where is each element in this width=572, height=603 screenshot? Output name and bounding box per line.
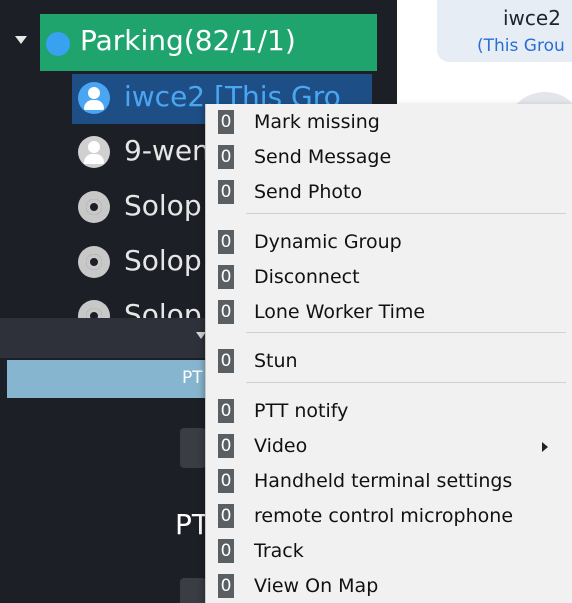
menu-item-label: Disconnect (254, 266, 360, 288)
person-icon (78, 136, 110, 168)
menu-item-label: Stun (254, 350, 298, 372)
menu-item-track[interactable]: 0 Track (206, 535, 572, 569)
count-badge: 0 (218, 574, 234, 598)
menu-item-label: Video (254, 435, 308, 457)
menu-item-send-message[interactable]: 0 Send Message (206, 141, 572, 175)
radio-icon (78, 300, 110, 318)
ptt-label: PT (175, 508, 209, 541)
collapse-arrow-icon[interactable] (15, 36, 27, 44)
radio-icon (78, 191, 110, 223)
member-name: Solop (124, 298, 202, 318)
menu-separator (246, 213, 566, 214)
count-badge: 0 (218, 539, 234, 563)
context-menu: 0 Mark missing 0 Send Message 0 Send Pho… (205, 104, 572, 603)
menu-item-send-photo[interactable]: 0 Send Photo (206, 176, 572, 210)
count-badge: 0 (218, 180, 234, 204)
count-badge: 0 (218, 399, 234, 423)
menu-item-label: Handheld terminal settings (254, 470, 513, 492)
menu-item-ptt-notify[interactable]: 0 PTT notify (206, 395, 572, 429)
count-badge: 0 (218, 265, 234, 289)
menu-item-stun[interactable]: 0 Stun (206, 345, 572, 379)
header-subtitle: (This Grou (477, 36, 565, 56)
count-badge: 0 (218, 504, 234, 528)
menu-item-handheld-terminal-settings[interactable]: 0 Handheld terminal settings (206, 465, 572, 499)
menu-separator (246, 382, 566, 383)
radio-icon (78, 246, 110, 278)
walkie-talkie-icon (180, 428, 206, 468)
menu-item-view-on-map[interactable]: 0 View On Map (206, 570, 572, 603)
member-name: Solop (124, 189, 202, 222)
menu-item-dynamic-group[interactable]: 0 Dynamic Group (206, 226, 572, 260)
walkie-talkie-icon (180, 578, 206, 603)
submenu-arrow-icon (542, 442, 548, 452)
person-icon (78, 82, 110, 114)
group-row-parking[interactable]: Parking(82/1/1) (0, 14, 377, 71)
count-badge: 0 (218, 110, 234, 134)
menu-item-remote-control-microphone[interactable]: 0 remote control microphone (206, 500, 572, 534)
count-badge: 0 (218, 349, 234, 373)
menu-item-label: Send Photo (254, 181, 363, 203)
member-header-card: iwce2 (This Grou (437, 0, 572, 62)
menu-item-label: Track (254, 540, 304, 562)
member-name: 9-wen (124, 134, 210, 167)
count-badge: 0 (218, 469, 234, 493)
menu-item-video[interactable]: 0 Video (206, 430, 572, 464)
ptt-tab-label: PT (182, 368, 203, 388)
menu-item-label: PTT notify (254, 400, 349, 422)
count-badge: 0 (218, 230, 234, 254)
member-name: Solop (124, 244, 202, 277)
menu-item-label: Mark missing (254, 111, 380, 133)
header-title: iwce2 (503, 6, 561, 30)
menu-item-label: Dynamic Group (254, 231, 402, 253)
group-bar[interactable]: Parking(82/1/1) (40, 14, 377, 71)
menu-item-mark-missing[interactable]: 0 Mark missing (206, 106, 572, 140)
count-badge: 0 (218, 434, 234, 458)
group-status-dot-icon (46, 32, 70, 56)
menu-item-label: Lone Worker Time (254, 301, 426, 323)
group-name: Parking(82/1/1) (80, 24, 296, 57)
menu-item-label: remote control microphone (254, 505, 514, 527)
menu-item-lone-worker-time[interactable]: 0 Lone Worker Time (206, 296, 572, 330)
menu-separator (246, 332, 566, 333)
menu-item-label: Send Message (254, 146, 392, 168)
menu-item-label: View On Map (254, 575, 379, 597)
count-badge: 0 (218, 300, 234, 324)
count-badge: 0 (218, 145, 234, 169)
menu-item-disconnect[interactable]: 0 Disconnect (206, 261, 572, 295)
